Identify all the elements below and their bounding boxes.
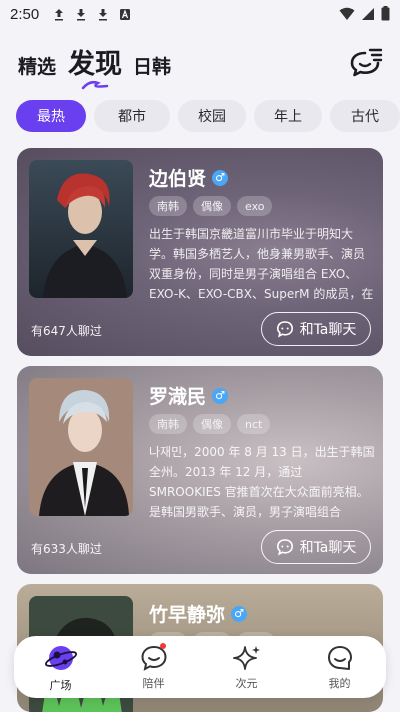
character-name: 边伯贤 <box>149 168 207 190</box>
tag: exo <box>237 196 273 216</box>
upload-icon <box>55 8 64 20</box>
character-name-row: 罗渽民 ♂ <box>149 382 229 409</box>
download-icon <box>77 8 86 20</box>
character-avatar <box>29 160 133 298</box>
nav-companion-label: 陪伴 <box>142 677 165 690</box>
tab-featured[interactable]: 精选 <box>18 52 56 79</box>
chat-with-label: 和Ta聊天 <box>299 322 357 338</box>
character-description: 出生于韩国京畿道富川市毕业于明知大学。韩国多栖艺人，他身兼男歌手、演员双重身份，… <box>149 227 374 301</box>
notification-dot <box>159 643 166 649</box>
character-name: 竹早静弥 <box>149 604 226 626</box>
tag: 南韩 <box>149 196 187 216</box>
tag: 偶像 <box>193 196 231 216</box>
category-campus[interactable]: 校园 <box>178 100 246 132</box>
character-name-row: 边伯贤 ♂ <box>149 164 229 191</box>
male-gender-icon: ♂ <box>231 605 248 622</box>
nav-companion[interactable]: 陪伴 <box>119 643 189 691</box>
tag: 偶像 <box>193 414 231 434</box>
tag: 南韩 <box>149 414 187 434</box>
chat-with-label: 和Ta聊天 <box>299 540 357 556</box>
status-time: 2:50 <box>10 5 40 23</box>
nav-profile[interactable]: 我的 <box>305 643 375 691</box>
category-older[interactable]: 年上 <box>254 100 322 132</box>
tab-discover[interactable]: 发现 <box>68 42 122 81</box>
font-icon <box>120 8 131 20</box>
messages-icon[interactable] <box>348 44 384 80</box>
nav-dimension-label: 次元 <box>235 677 258 690</box>
category-ancient[interactable]: 古代 <box>330 100 400 132</box>
chat-count: 有633人聊过 <box>31 542 102 556</box>
signal-icon <box>362 7 374 20</box>
active-tab-underline <box>81 80 109 90</box>
battery-icon <box>381 6 390 21</box>
male-gender-icon: ♂ <box>212 169 229 186</box>
character-name: 罗渽民 <box>149 386 207 408</box>
wifi-icon <box>339 7 355 20</box>
planet-icon <box>44 646 77 670</box>
chat-bubble-icon <box>276 321 293 338</box>
face-icon <box>327 646 352 670</box>
tag-list: 南韩 偶像 exo <box>149 196 273 216</box>
sparkle-icon <box>232 646 260 670</box>
status-notification-icons <box>53 8 131 21</box>
character-card[interactable]: 边伯贤 ♂ 南韩 偶像 exo 出生于韩国京畿道富川市毕业于明知大学。韩国多栖艺… <box>17 148 383 356</box>
character-description: 나재민，2000 年 8 月 13 日，出生于韩国全州。2013 年 12 月，… <box>149 445 375 519</box>
nav-profile-label: 我的 <box>328 677 351 690</box>
nav-plaza[interactable]: 广场 <box>26 641 96 693</box>
category-filter-bar: 最热 都市 校园 年上 古代 <box>16 100 400 132</box>
male-gender-icon: ♂ <box>212 387 229 404</box>
status-system-icons <box>339 6 390 21</box>
category-hottest[interactable]: 最热 <box>16 100 86 132</box>
tag-list: 南韩 偶像 nct <box>149 414 271 434</box>
character-avatar <box>29 378 133 516</box>
tag: nct <box>237 414 271 434</box>
chat-with-button[interactable]: 和Ta聊天 <box>261 530 371 564</box>
tab-japan-korea[interactable]: 日韩 <box>133 52 171 79</box>
category-urban[interactable]: 都市 <box>94 100 170 132</box>
chat-with-button[interactable]: 和Ta聊天 <box>261 312 371 346</box>
bottom-navigation: 广场 陪伴 次元 我的 <box>14 636 386 698</box>
status-bar: 2:50 <box>0 0 400 28</box>
top-header: 精选 发现 日韩 <box>0 38 400 96</box>
character-name-row: 竹早静弥 ♂ <box>149 600 248 627</box>
character-card[interactable]: 罗渽民 ♂ 南韩 偶像 nct 나재민，2000 年 8 月 13 日，出生于韩… <box>17 366 383 574</box>
chat-count: 有647人聊过 <box>31 324 102 338</box>
download-icon <box>99 8 108 20</box>
chat-bubble-icon <box>276 539 293 556</box>
nav-dimension[interactable]: 次元 <box>212 643 282 691</box>
nav-plaza-label: 广场 <box>49 679 72 692</box>
